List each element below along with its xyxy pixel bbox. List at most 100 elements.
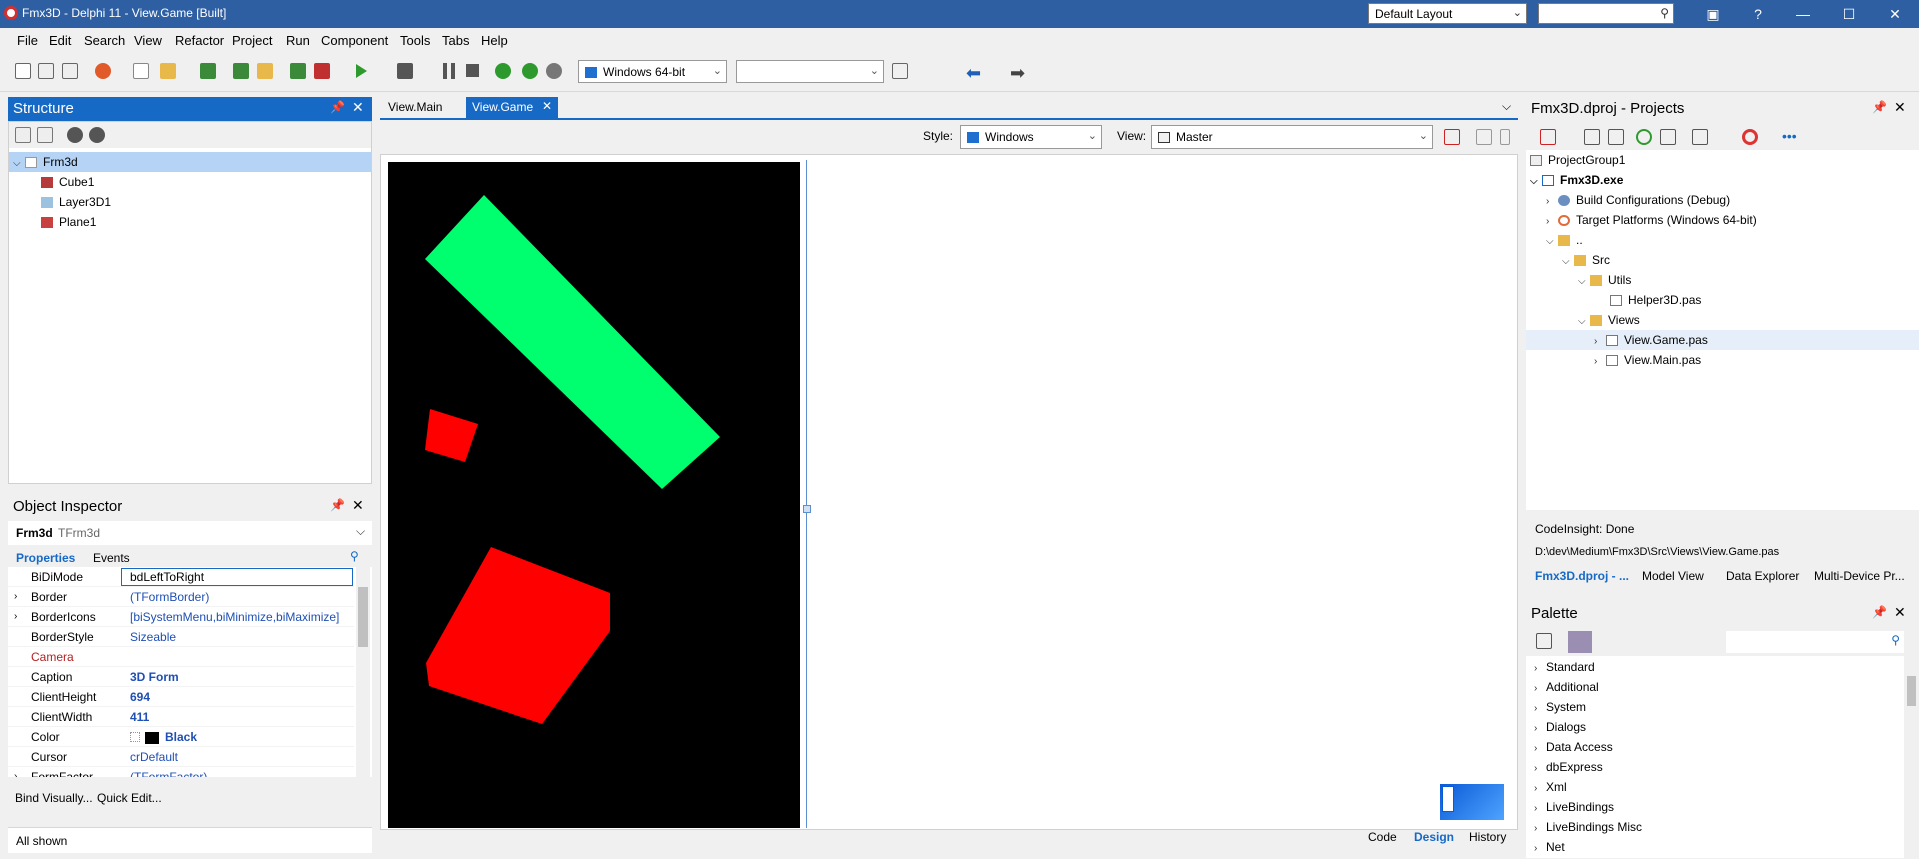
browser-icon[interactable] xyxy=(95,63,111,79)
more-icon[interactable]: ••• xyxy=(1782,128,1797,144)
chevron-down-icon[interactable]: ⌵ xyxy=(1502,99,1511,114)
chevron-right-icon[interactable]: › xyxy=(14,587,17,607)
palette-cat-livebindings[interactable]: › LiveBindings xyxy=(1534,797,1614,817)
tree-views[interactable]: ⌵ Views xyxy=(1578,310,1640,330)
prop-value[interactable]: (TFormFactor) xyxy=(130,767,207,777)
tab-view-main[interactable]: View.Main xyxy=(382,97,449,118)
pin-icon[interactable]: 📌 xyxy=(1872,100,1887,114)
prop-row-color[interactable]: Color Black xyxy=(8,727,354,747)
view-icon[interactable] xyxy=(1660,129,1676,145)
new-icon[interactable] xyxy=(15,127,31,143)
palette-filter-icon[interactable] xyxy=(1536,633,1552,649)
save-icon[interactable] xyxy=(200,63,216,79)
prop-row-border[interactable]: › Border (TFormBorder) xyxy=(8,587,354,607)
scrollbar-thumb[interactable] xyxy=(358,587,368,647)
step-over-icon[interactable] xyxy=(495,63,511,79)
target-icon[interactable] xyxy=(1742,129,1758,145)
open-folder-icon[interactable] xyxy=(160,63,176,79)
move-down-icon[interactable] xyxy=(89,127,105,143)
refresh-icon[interactable] xyxy=(1636,129,1652,145)
save-all-icon[interactable] xyxy=(233,63,249,79)
chevron-right-icon[interactable]: › xyxy=(14,767,17,777)
options-icon[interactable] xyxy=(1692,129,1708,145)
menu-run[interactable]: Run xyxy=(286,33,310,48)
menu-refactor[interactable]: Refactor xyxy=(175,33,224,48)
tab-multi-device-preview[interactable]: Multi-Device Pr... xyxy=(1814,569,1905,583)
menu-search[interactable]: Search xyxy=(84,33,125,48)
close-icon[interactable]: ✕ xyxy=(352,99,364,116)
add-to-project-icon[interactable] xyxy=(290,63,306,79)
delete-icon[interactable] xyxy=(37,127,53,143)
pin-icon[interactable]: 📌 xyxy=(1872,605,1887,619)
tree-src[interactable]: ⌵ Src xyxy=(1562,250,1610,270)
palette-cat-standard[interactable]: › Standard xyxy=(1534,657,1595,677)
prop-value[interactable]: [biSystemMenu,biMinimize,biMaximize] xyxy=(130,607,339,627)
red-large-cube[interactable] xyxy=(426,547,610,724)
view-combo[interactable]: Master ⌄ xyxy=(1151,125,1433,149)
pin-icon[interactable]: 📌 xyxy=(330,498,345,512)
config-combo[interactable]: ⌄ xyxy=(736,60,884,83)
close-button[interactable]: ✕ xyxy=(1872,0,1918,28)
remove-from-project-icon[interactable] xyxy=(314,63,330,79)
run-without-debug-icon[interactable] xyxy=(397,63,413,79)
quick-edit-link[interactable]: Quick Edit... xyxy=(97,791,162,805)
tree-item-layer3d1[interactable]: Layer3D1 xyxy=(41,192,111,212)
bind-visually-link[interactable]: Bind Visually... xyxy=(15,791,93,805)
prop-row-formfactor[interactable]: › FormFactor (TFormFactor) xyxy=(8,767,354,777)
prop-value-input[interactable]: bdLeftToRight xyxy=(121,568,353,586)
palette-cat-additional[interactable]: › Additional xyxy=(1534,677,1599,697)
palette-cat-dbexpress[interactable]: › dbExpress xyxy=(1534,757,1603,777)
pin-icon[interactable]: 📌 xyxy=(330,100,345,114)
close-icon[interactable]: ✕ xyxy=(1894,604,1906,621)
pause-icon[interactable] xyxy=(443,63,455,79)
tree-build-config[interactable]: › Build Configurations (Debug) xyxy=(1546,190,1730,210)
menu-view[interactable]: View xyxy=(134,33,162,48)
palette-cat-dialogs[interactable]: › Dialogs xyxy=(1534,717,1586,737)
close-project-icon[interactable] xyxy=(1540,129,1556,145)
tab-properties[interactable]: Properties xyxy=(16,551,75,565)
chevron-right-icon[interactable]: › xyxy=(14,607,17,627)
palette-scrollbar[interactable] xyxy=(1904,656,1919,858)
close-icon[interactable]: ✕ xyxy=(542,99,552,113)
orientation-icon[interactable] xyxy=(1476,129,1492,145)
move-up-icon[interactable] xyxy=(67,127,83,143)
red-small-cube[interactable] xyxy=(425,409,478,462)
tree-exe[interactable]: ⌵ Fmx3D.exe xyxy=(1530,170,1623,190)
tree-item-plane1[interactable]: Plane1 xyxy=(41,212,96,232)
tree-utils[interactable]: ⌵ Utils xyxy=(1578,270,1631,290)
inspector-scrollbar[interactable] xyxy=(356,567,370,777)
close-icon[interactable]: ✕ xyxy=(1894,99,1906,116)
menu-help[interactable]: Help xyxy=(481,33,508,48)
prop-row-bordericons[interactable]: › BorderIcons [biSystemMenu,biMinimize,biM… xyxy=(8,607,354,627)
prop-row-camera[interactable]: Camera xyxy=(8,647,354,667)
prop-row-caption[interactable]: Caption 3D Form xyxy=(8,667,354,687)
prop-row-borderstyle[interactable]: BorderStyle Sizeable xyxy=(8,627,354,647)
palette-cat-system[interactable]: › System xyxy=(1534,697,1586,717)
tab-view-game[interactable]: View.Game ✕ xyxy=(466,97,558,118)
prop-value[interactable]: Black xyxy=(165,727,197,747)
palette-cat-livebindings-misc[interactable]: › LiveBindings Misc xyxy=(1534,817,1642,837)
prop-row-clientheight[interactable]: ClientHeight 694 xyxy=(8,687,354,707)
prop-value[interactable]: Sizeable xyxy=(130,627,176,647)
open-project-icon[interactable] xyxy=(257,63,273,79)
tree-parent-folder[interactable]: ⌵.. xyxy=(1546,230,1583,250)
monitor-icon[interactable]: ▣ xyxy=(1690,0,1736,28)
build-icon[interactable] xyxy=(1608,129,1624,145)
back-arrow-icon[interactable]: ⬅ xyxy=(966,63,981,84)
delete-view-icon[interactable] xyxy=(1444,129,1460,145)
prop-value[interactable]: 694 xyxy=(130,687,150,707)
maximize-button[interactable]: ☐ xyxy=(1826,0,1872,28)
menu-tools[interactable]: Tools xyxy=(400,33,430,48)
prop-value[interactable]: 3D Form xyxy=(130,667,179,687)
tab-projects[interactable]: Fmx3D.dproj - ... xyxy=(1535,569,1629,583)
color-picker-icon[interactable] xyxy=(130,732,140,742)
new-icon[interactable] xyxy=(15,63,31,79)
menu-edit[interactable]: Edit xyxy=(49,33,71,48)
sync-icon[interactable] xyxy=(1584,129,1600,145)
resize-handle[interactable] xyxy=(803,505,811,513)
tree-project-group[interactable]: ProjectGroup1 xyxy=(1530,150,1625,170)
tree-view-main[interactable]: › View.Main.pas xyxy=(1594,350,1701,370)
tab-events[interactable]: Events xyxy=(93,551,130,565)
run-icon[interactable] xyxy=(356,64,367,78)
portrait-icon[interactable] xyxy=(1500,129,1510,145)
